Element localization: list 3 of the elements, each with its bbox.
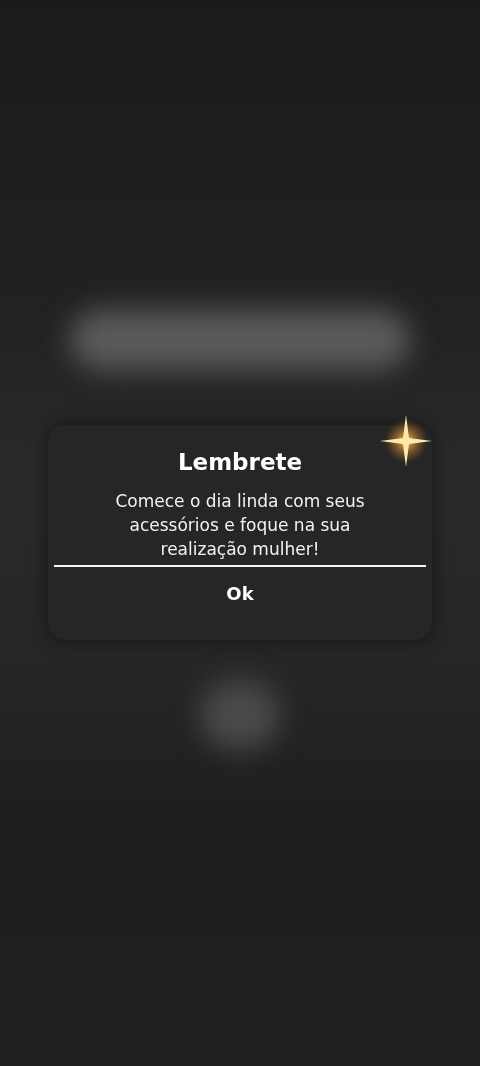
dialog-title: Lembrete: [177, 448, 303, 477]
dialog-message: Comece o dia linda com seus acessórios e foque na sua realização mulher!: [114, 490, 366, 561]
ok-button[interactable]: Ok: [214, 581, 266, 606]
